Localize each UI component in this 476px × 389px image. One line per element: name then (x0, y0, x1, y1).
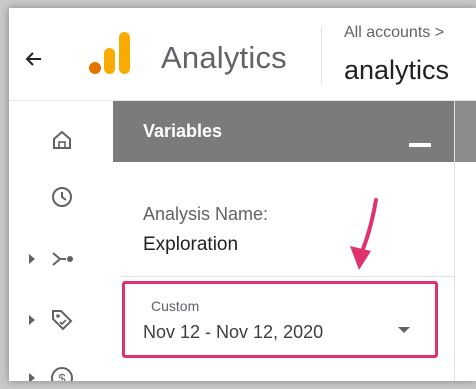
panel-separator (454, 101, 455, 381)
analysis-name-label: Analysis Name: (143, 204, 269, 224)
expand-caret-icon (29, 254, 35, 264)
expand-caret-icon (29, 373, 35, 381)
minimize-icon (409, 143, 431, 147)
minimize-button[interactable] (403, 127, 437, 155)
advertising-tag-icon (52, 310, 73, 331)
monetization-dollar-icon: $ (51, 367, 73, 381)
tab-settings-panel-edge (454, 101, 476, 381)
adjacent-panel-header (454, 101, 476, 162)
nav-item-monetization[interactable]: $ (9, 357, 113, 381)
annotation-arrow-icon (350, 198, 378, 270)
property-selector[interactable]: analytics (344, 55, 449, 86)
breadcrumb[interactable]: All accounts > (344, 24, 444, 42)
nav-item-home[interactable] (9, 119, 113, 163)
date-range-value: Nov 12 - Nov 12, 2020 (143, 322, 324, 342)
back-arrow-icon[interactable] (21, 46, 47, 72)
nav-item-reports[interactable] (9, 176, 113, 220)
analysis-name-field[interactable]: Exploration (143, 234, 238, 256)
nav-item-explore[interactable] (9, 238, 113, 282)
panel-divider (121, 276, 454, 277)
panel-title: Variables (143, 121, 223, 141)
analytics-logo-icon (89, 32, 130, 74)
app-title: Analytics (161, 40, 287, 75)
header-divider (321, 26, 322, 84)
nav-item-advertising[interactable] (9, 299, 113, 343)
left-nav: $ (9, 101, 113, 381)
reports-clock-icon (52, 187, 72, 207)
top-header: Analytics All accounts > analytics (9, 8, 476, 101)
svg-text:$: $ (58, 371, 66, 381)
date-mode-label: Custom (151, 298, 200, 314)
dropdown-caret-icon (398, 327, 410, 333)
expand-caret-icon (29, 315, 35, 325)
home-icon (53, 130, 71, 149)
variables-panel-header: Variables (113, 101, 454, 162)
date-range-selector[interactable]: Custom Nov 12 - Nov 12, 2020 (122, 281, 438, 358)
explore-icon (52, 252, 73, 266)
